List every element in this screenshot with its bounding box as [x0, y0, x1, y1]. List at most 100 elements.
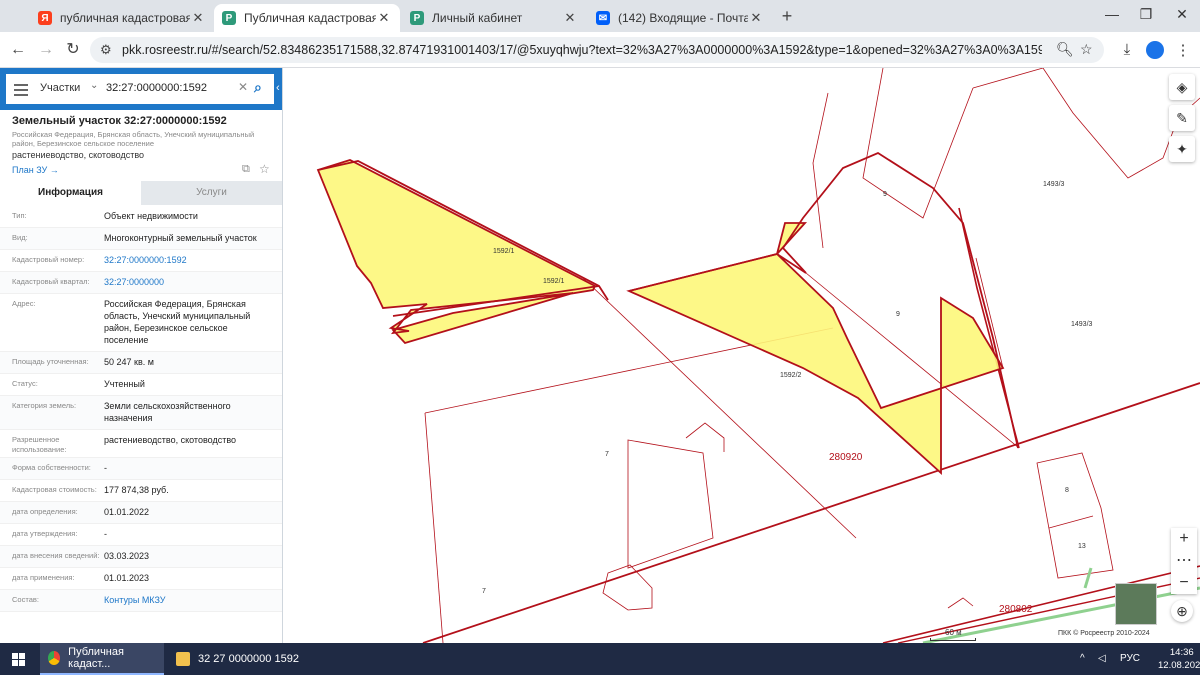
language-indicator[interactable]: РУС: [1120, 653, 1140, 664]
browser-tab-active[interactable]: Р Публичная кадастровая карта ✕: [214, 4, 400, 32]
zoom-icon[interactable]: 🔍︎: [1056, 41, 1074, 58]
windows-start-icon[interactable]: [12, 653, 25, 666]
info-panel: Участки ⌄ 32:27:0000000:1592 ✕ ⌕ ‹ Земел…: [0, 68, 283, 643]
attribute-value: 177 874,38 руб.: [104, 485, 169, 495]
layers-icon[interactable]: ◈: [1169, 74, 1195, 100]
browser-tab[interactable]: Я публичная кадастровая карта ✕: [30, 4, 214, 32]
attribute-row: Адрес: Российская Федерация, Брянская обл…: [0, 294, 282, 352]
maximize-icon[interactable]: ❐: [1138, 6, 1154, 23]
reload-icon[interactable]: ↻: [63, 40, 83, 60]
parcel-label: 1592/1: [493, 248, 515, 255]
attribute-label: Площадь уточненная:: [12, 357, 89, 366]
clear-icon[interactable]: ✕: [238, 80, 248, 94]
attribute-value: растениеводство, скотоводство: [104, 435, 237, 445]
object-use: растениеводство, скотоводство: [12, 150, 145, 160]
search-type-select[interactable]: Участки: [40, 82, 80, 94]
attribute-label: Категория земель:: [12, 401, 77, 410]
attribute-label: Кадастровая стоимость:: [12, 485, 97, 494]
attribute-label: дата применения:: [12, 573, 75, 582]
copy-icon[interactable]: ⧉: [242, 163, 250, 176]
tab-services[interactable]: Услуги: [141, 181, 282, 205]
yandex-icon: Я: [38, 11, 52, 25]
locate-icon[interactable]: ✦: [1169, 136, 1195, 162]
url-text[interactable]: pkk.rosreestr.ru/#/search/52.83486235171…: [122, 43, 1042, 57]
clock[interactable]: 14:36 12.08.2024: [1158, 646, 1200, 672]
zoom-controls: + ⋯ −: [1171, 528, 1197, 594]
attribute-label: Разрешенное использование:: [12, 435, 67, 454]
chrome-icon: [48, 651, 61, 665]
parcel-label: 1592/2: [780, 372, 802, 379]
attribute-label: дата утверждения:: [12, 529, 78, 538]
parcel-label: 7: [482, 588, 486, 595]
parcel-label: 1493/3: [1043, 181, 1065, 188]
attribute-label: Вид:: [12, 233, 28, 242]
attribute-label: Состав:: [12, 595, 39, 604]
attribute-row: Тип: Объект недвижимости: [0, 206, 282, 228]
task-label: Публичная кадаст...: [68, 646, 124, 670]
zoom-out-icon[interactable]: −: [1171, 572, 1197, 594]
collapse-panel-icon[interactable]: ‹: [276, 82, 280, 94]
attribute-row: Площадь уточненная: 50 247 кв. м: [0, 352, 282, 374]
close-icon[interactable]: ✕: [562, 10, 578, 26]
plan-link[interactable]: План ЗУ →: [12, 165, 59, 175]
close-icon[interactable]: ✕: [190, 10, 206, 26]
menu-icon[interactable]: [14, 81, 28, 99]
browser-toolbar: ← → ↻ ⚙ pkk.rosreestr.ru/#/search/52.834…: [0, 32, 1200, 68]
attribute-label: Статус:: [12, 379, 38, 388]
tab-title: Личный кабинет: [432, 11, 523, 25]
more-icon[interactable]: ⋯: [1171, 550, 1197, 572]
attribute-label: Адрес:: [12, 299, 36, 308]
task-label: 32 27 0000000 1592: [198, 653, 299, 665]
ruler-icon[interactable]: ✎: [1169, 105, 1195, 131]
address-bar[interactable]: ⚙ pkk.rosreestr.ru/#/search/52.834862351…: [90, 37, 1104, 63]
parcel-label: 13: [1078, 543, 1086, 550]
clock-date: 12.08.2024: [1158, 660, 1200, 671]
forward-icon[interactable]: →: [36, 40, 56, 60]
panel-tabs: Информация Услуги: [0, 181, 282, 205]
close-icon[interactable]: ✕: [376, 10, 392, 26]
map-view[interactable]: 1592/1 1592/1 1592/2 9 9 1493/3 1493/3 7…: [283, 68, 1200, 643]
attribute-label: Кадастровый номер:: [12, 255, 85, 264]
attribute-row: дата внесения сведений: 03.03.2023: [0, 546, 282, 568]
map-canvas[interactable]: [283, 68, 1200, 643]
taskbar-folder[interactable]: 32 27 0000000 1592: [168, 643, 328, 675]
attribute-row: дата применения: 01.01.2023: [0, 568, 282, 590]
compass-icon[interactable]: ⊕: [1171, 600, 1193, 622]
profile-avatar[interactable]: [1146, 41, 1164, 59]
basemap-switcher[interactable]: [1115, 583, 1157, 625]
favorite-icon[interactable]: ☆: [259, 162, 270, 176]
parcel-label: 1493/3: [1071, 321, 1093, 328]
site-info-icon[interactable]: ⚙: [100, 42, 112, 58]
chevron-down-icon[interactable]: ⌄: [90, 80, 98, 91]
volume-icon[interactable]: ◁: [1098, 653, 1106, 664]
minimize-icon[interactable]: —: [1104, 6, 1120, 22]
object-address: Российская Федерация, Брянская область, …: [12, 130, 255, 148]
bookmark-star-icon[interactable]: ☆: [1080, 41, 1093, 58]
parcel-label: 8: [1065, 487, 1069, 494]
chevron-up-icon[interactable]: ^: [1080, 653, 1085, 664]
attribute-row: дата утверждения: -: [0, 524, 282, 546]
attribute-value: Объект недвижимости: [104, 211, 198, 221]
close-icon[interactable]: ✕: [748, 10, 764, 26]
attribute-label: дата определения:: [12, 507, 78, 516]
back-icon[interactable]: ←: [8, 40, 28, 60]
browser-tabstrip: Я публичная кадастровая карта ✕ Р Публич…: [0, 0, 1200, 32]
window-close-icon[interactable]: ✕: [1174, 6, 1190, 23]
download-icon[interactable]: ⤓: [1118, 41, 1136, 58]
rosreestr-icon: Р: [410, 11, 424, 25]
attribute-link[interactable]: 32:27:0000000: [104, 276, 269, 288]
tab-title: Публичная кадастровая карта: [244, 11, 376, 25]
attribute-link[interactable]: 32:27:0000000:1592: [104, 254, 269, 266]
browser-tab[interactable]: Р Личный кабинет ✕: [402, 4, 586, 32]
parcel-label: 1592/1: [543, 278, 565, 285]
attribute-link[interactable]: Контуры МКЗУ: [104, 594, 269, 606]
menu-icon[interactable]: ⋮: [1174, 41, 1192, 59]
zoom-in-icon[interactable]: +: [1171, 528, 1197, 550]
search-input[interactable]: 32:27:0000000:1592: [106, 82, 207, 94]
browser-tab[interactable]: ✉ (142) Входящие - Почта Mail.r ✕: [588, 4, 772, 32]
tab-info[interactable]: Информация: [0, 181, 141, 205]
taskbar-chrome[interactable]: Публичная кадаст...: [40, 643, 164, 675]
search-icon[interactable]: ⌕: [254, 79, 262, 96]
new-tab-icon[interactable]: +: [778, 6, 796, 26]
quarter-label: 280802: [999, 604, 1033, 615]
